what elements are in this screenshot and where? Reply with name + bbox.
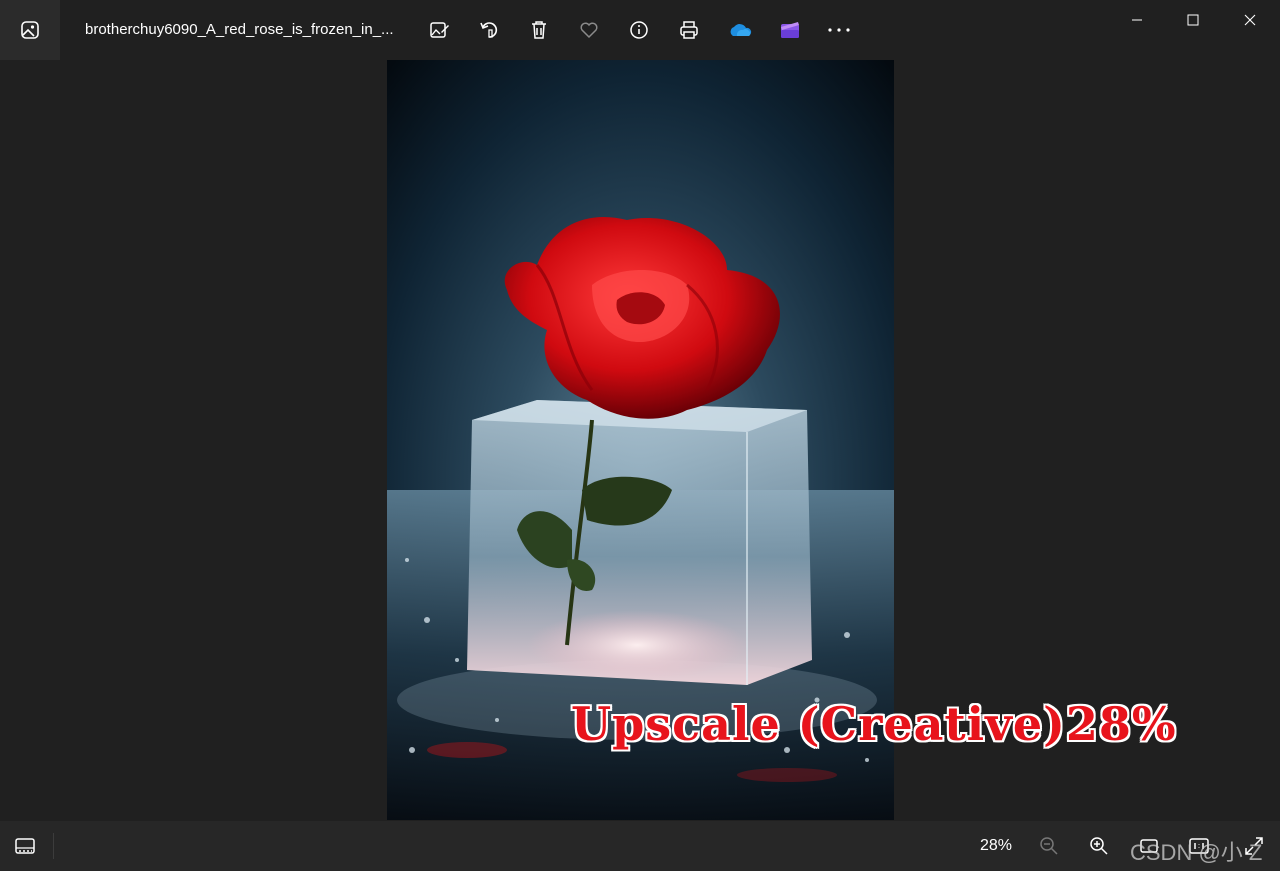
clipchamp-icon: [781, 22, 799, 38]
status-bar: 28%: [0, 821, 1280, 871]
more-icon: [828, 28, 850, 32]
zoom-level[interactable]: 28%: [980, 837, 1012, 855]
csdn-watermark: CSDN @小 Z: [1130, 840, 1263, 865]
print-icon: [680, 21, 698, 39]
edit-image-icon: [430, 22, 449, 38]
zoom-out-icon: [1040, 837, 1058, 855]
maximize-button[interactable]: [1170, 5, 1216, 35]
info-button[interactable]: [625, 16, 653, 44]
photos-app-icon: [21, 21, 39, 39]
onedrive-icon: [730, 24, 752, 36]
title-bar: brotherchuy6090_A_red_rose_is_frozen_in_…: [0, 0, 1280, 60]
minimize-button[interactable]: [1114, 5, 1160, 35]
clipchamp-button[interactable]: [776, 16, 804, 44]
overlay-caption: Upscale (Creative)28%: [571, 697, 1177, 751]
maximize-icon: [1187, 14, 1199, 26]
file-name: brotherchuy6090_A_red_rose_is_frozen_in_…: [85, 21, 394, 38]
filmstrip-button[interactable]: [11, 832, 39, 860]
delete-button[interactable]: [525, 16, 553, 44]
print-button[interactable]: [675, 16, 703, 44]
info-icon: [630, 21, 648, 39]
favorite-button[interactable]: [575, 16, 603, 44]
rotate-button[interactable]: [475, 16, 503, 44]
photos-app-button[interactable]: [0, 0, 60, 60]
onedrive-button[interactable]: [726, 16, 754, 44]
minimize-icon: [1132, 19, 1142, 21]
delete-icon: [532, 21, 546, 39]
edit-image-button[interactable]: [425, 16, 453, 44]
close-icon: [1244, 14, 1256, 26]
zoom-in-button[interactable]: [1085, 832, 1113, 860]
status-divider: [53, 833, 54, 859]
zoom-out-button[interactable]: [1035, 832, 1063, 860]
filmstrip-icon: [15, 838, 35, 854]
more-button[interactable]: [825, 16, 853, 44]
close-button[interactable]: [1227, 5, 1273, 35]
rotate-icon: [480, 22, 498, 38]
favorite-icon: [580, 22, 598, 39]
zoom-in-icon: [1090, 837, 1108, 855]
